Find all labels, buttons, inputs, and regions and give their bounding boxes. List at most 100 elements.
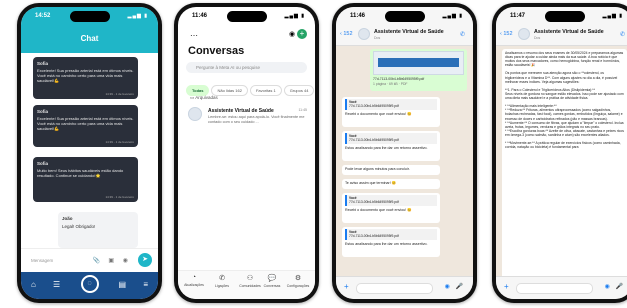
message-bubble: Sofia Excelente! Sua pressão arterial es…	[33, 57, 138, 99]
document-icon[interactable]: ▤	[118, 280, 126, 289]
app-screen: 11:47 ▂▄▆ ▮ ‹ 152 Assistente Virtual de …	[496, 7, 627, 299]
message-bubble: Pode levar alguns minutos para concluir.	[342, 165, 440, 175]
dynamic-island	[69, 11, 110, 22]
my-message-bubble: João Legal! Obrigado!	[58, 212, 138, 248]
top-actions: ◉ +	[289, 29, 307, 39]
message-text: Recebi o documento que você enviou! 😊	[345, 111, 412, 116]
signal-icon: ▂▄▆ ▮	[442, 13, 463, 19]
message-composer: Mensagem 📎 ▣ ◉ ➤	[21, 248, 158, 273]
signal-icon: ▂▄▆ ▮	[602, 13, 623, 19]
message-bubble: Sofia Excelente! Sua pressão arterial es…	[33, 105, 138, 147]
long-message: Analisamos o resumo dos seus exames de 3…	[502, 49, 627, 283]
more-options-icon[interactable]: ⋯	[190, 31, 198, 40]
signal-icon: ▂▄▆ ▮	[127, 13, 148, 19]
archived-label: Arquivadas	[195, 95, 218, 100]
tab-chats[interactable]: 💬 Conversas	[258, 274, 286, 288]
message-text: Te aviso assim que terminar! 😊	[345, 181, 397, 185]
message-text: Muito bem! Seus hábitos saudáveis estão …	[37, 168, 124, 178]
new-chat-icon[interactable]: +	[297, 29, 307, 39]
app-screen: 14:52 ▂▄▆ ▮ Chat Sofia Excelente! Sua pr…	[21, 7, 158, 299]
dynamic-island	[384, 11, 425, 22]
camera-icon[interactable]: ◉	[289, 31, 295, 38]
message-input[interactable]	[356, 283, 433, 294]
phone-health-app: 14:52 ▂▄▆ ▮ Chat Sofia Excelente! Sua pr…	[17, 3, 162, 303]
back-button[interactable]: ‹ 152	[340, 31, 353, 37]
phone-whatsapp-list: 11:46 ▂▄▆ ▮ ⋯ ◉ + Conversas Pergunte à M…	[174, 3, 319, 303]
pdf-thumbnail	[373, 51, 464, 75]
status-bar: 14:52 ▂▄▆ ▮	[21, 7, 158, 25]
message-text: Excelente! Sua pressão arterial está em …	[37, 116, 134, 131]
camera-icon[interactable]: ◉	[123, 257, 128, 264]
message-text: Estou analisando para lhe dar um retorno…	[345, 145, 428, 150]
chat-name: Assistente Virtual de Saúde	[208, 108, 274, 114]
tab-updates[interactable]: ◔ Atualizações	[180, 274, 208, 287]
menu-icon[interactable]: ≡	[143, 280, 148, 289]
app-screen: 11:46 ▂▄▆ ▮ ⋯ ◉ + Conversas Pergunte à M…	[178, 7, 315, 299]
reply-message: Você 77d-7113-00b4-b5b6495095f9.pdf Receb…	[342, 193, 440, 223]
pdf-file-name: 77d-7113-00b4-b5b6495095f9.pdf	[373, 77, 425, 81]
message-bubble: Sofia Muito bem! Seus hábitos saudáveis …	[33, 157, 138, 202]
status-time: 14:52	[35, 13, 51, 19]
avatar	[188, 107, 202, 121]
chat-header: ‹ 152 Assistente Virtual de Saúde Dos ✆	[336, 25, 473, 46]
phone-icon: ✆	[219, 275, 225, 282]
phone-whatsapp-long-message: 11:47 ▂▄▆ ▮ ‹ 152 Assistente Virtual de …	[492, 3, 627, 303]
bottom-nav: ⌂ ☰ ◌ ▤ ≡	[21, 272, 158, 299]
chat-header: ‹ 152 Assistente Virtual de Saúde Dos ✆	[496, 25, 627, 46]
contact-name: Assistente Virtual de Saúde	[374, 29, 444, 35]
message-sender: Sofia	[37, 161, 49, 166]
message-time: 14:39 - 1 de fevereiro	[105, 92, 134, 96]
archive-icon: ▭	[190, 95, 195, 100]
app-screen: 11:46 ▂▄▆ ▮ ‹ 152 Assistente Virtual de …	[336, 7, 473, 299]
image-icon[interactable]: ▣	[108, 257, 114, 264]
message-text: Estou analisando para lhe dar um retorno…	[345, 241, 428, 246]
document-message[interactable]: 77d-7113-00b4-b5b6495095f9.pdf 1 página …	[370, 49, 467, 91]
chats-icon: 💬	[267, 275, 277, 282]
page-title: Conversas	[188, 45, 245, 57]
chat-center-icon[interactable]: ◌	[80, 275, 99, 293]
home-icon[interactable]: ⌂	[31, 280, 36, 289]
phone-whatsapp-chat: 11:46 ▂▄▆ ▮ ‹ 152 Assistente Virtual de …	[332, 3, 477, 303]
message-text: Recebi o documento que você enviou! 😊	[345, 207, 412, 212]
status-time: 11:46	[192, 13, 208, 19]
call-icon[interactable]: ✆	[620, 31, 625, 38]
message-text: Legal! Obrigado!	[62, 224, 96, 229]
quoted-message: Você 77d-7113-00b4-b5b6495095f9.pdf	[345, 195, 437, 206]
plus-icon[interactable]: +	[504, 282, 509, 291]
back-button[interactable]: ‹ 152	[500, 31, 513, 37]
reply-message: Você 77d-7113-00b4-b5b6495095f9.pdf Estou…	[342, 227, 440, 257]
status-time: 11:47	[510, 13, 526, 19]
search-input[interactable]: Pergunte à Meta AI ou pesquise	[186, 62, 307, 73]
contact-name: Assistente Virtual de Saúde	[534, 29, 604, 35]
contact-subtitle: Dos	[534, 36, 541, 40]
message-composer: + ◉ 🎤	[496, 276, 627, 299]
message-text: Excelente! Sua pressão arterial está em …	[37, 68, 134, 83]
attach-icon[interactable]: 📎	[93, 257, 100, 264]
message-sender: Sofia	[37, 109, 49, 114]
camera-mic-icons[interactable]: ◉ 🎤	[445, 283, 465, 290]
message-sender: Sofia	[37, 61, 49, 66]
chat-icon[interactable]: ☰	[53, 280, 60, 289]
avatar	[518, 28, 530, 40]
call-icon[interactable]: ✆	[460, 31, 465, 38]
chat-list-item[interactable]: Assistente Virtual de Saúde Lembre-se: e…	[186, 105, 307, 127]
reply-message: Você 77d-7113-00b4-b5b6495095f9.pdf Receb…	[342, 97, 440, 127]
signal-icon: ▂▄▆ ▮	[284, 13, 305, 19]
dynamic-island	[544, 11, 585, 22]
message-text: Pode levar alguns minutos para concluir.	[345, 167, 410, 171]
bottom-nav: ◔ Atualizações ✆ Ligações ⚇ Comunidades 💬 Co…	[178, 270, 315, 299]
message-bubble: Te aviso assim que terminar! 😊	[342, 179, 440, 189]
message-input[interactable]: Mensagem	[31, 258, 53, 263]
quoted-message: Você 77d-7113-00b4-b5b6495095f9.pdf	[345, 133, 437, 144]
quoted-message: Você 77d-7113-00b4-b5b6495095f9.pdf	[345, 99, 437, 110]
status-time: 11:46	[350, 13, 366, 19]
tab-settings[interactable]: ⚙ Configurações	[284, 274, 312, 288]
chat-preview: Lembre-se: estou aqui para apoiá-lo. Voc…	[208, 115, 305, 124]
message-input[interactable]	[516, 283, 593, 294]
camera-mic-icons[interactable]: ◉ 🎤	[605, 283, 625, 290]
status-bar: 11:46 ▂▄▆ ▮	[178, 7, 315, 25]
archived-row[interactable]: ▭ Arquivadas	[190, 95, 305, 101]
plus-icon[interactable]: +	[344, 282, 349, 291]
tab-calls[interactable]: ✆ Ligações	[208, 274, 236, 288]
send-button[interactable]: ➤	[138, 253, 152, 267]
